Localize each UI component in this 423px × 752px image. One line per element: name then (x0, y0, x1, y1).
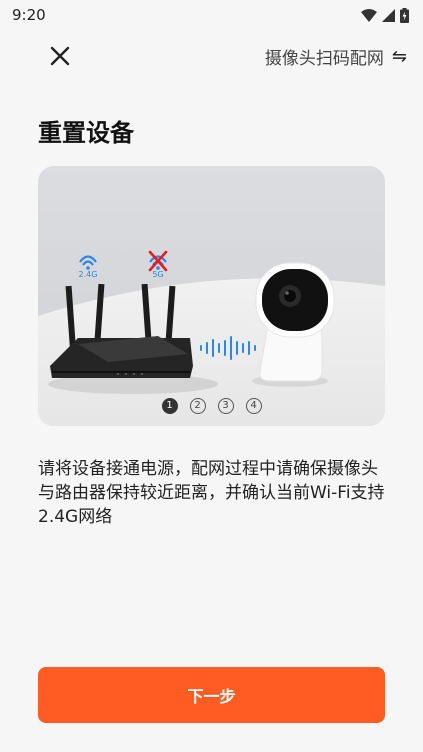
signal-icon (382, 8, 395, 22)
page-title: 重置设备 (38, 119, 134, 147)
instruction-text: 请将设备接通电源，配网过程中请确保摄像头与路由器保持较近距离，并确认当前Wi-F… (38, 459, 385, 527)
step-dot-4: 4 (245, 398, 262, 414)
top-bar: 摄像头扫码配网 ⇋ (0, 36, 423, 76)
close-button[interactable] (45, 41, 75, 71)
status-time: 9:20 (12, 6, 46, 24)
reset-illustration: 2.4G 5G 1 2 3 4 (38, 166, 385, 426)
step-dot-2: 2 (189, 398, 206, 414)
mode-label: 摄像头扫码配网 (264, 49, 384, 69)
close-icon (50, 46, 70, 66)
next-button[interactable]: 下一步 (38, 667, 385, 723)
status-icons (361, 7, 409, 23)
step-indicator: 1 2 3 4 (38, 398, 385, 414)
status-bar: 9:20 (0, 0, 423, 30)
swap-arrows-icon: ⇋ (391, 45, 407, 67)
label-5g: 5G (152, 270, 163, 279)
step-dot-3: 3 (217, 398, 234, 414)
switch-mode-button[interactable]: 摄像头扫码配网 ⇋ (265, 44, 407, 69)
step-dot-1: 1 (161, 398, 178, 414)
wifi-icon (361, 8, 377, 22)
camera-icon (252, 262, 335, 387)
router-camera-scene: 2.4G 5G (38, 166, 385, 426)
label-2g: 2.4G (79, 270, 98, 279)
battery-charging-icon (400, 7, 409, 23)
